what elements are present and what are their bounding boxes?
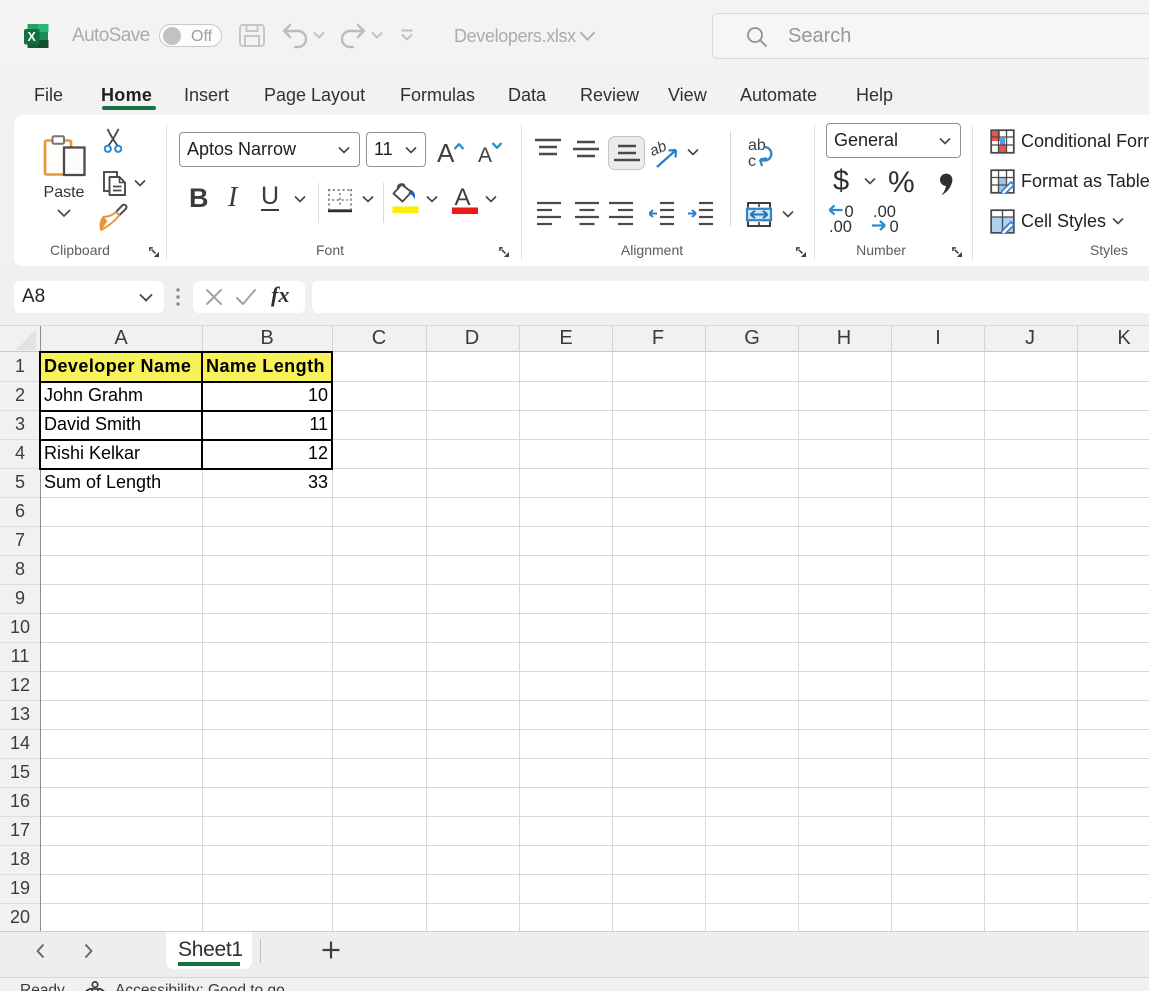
svg-text:A: A: [437, 138, 455, 168]
svg-text:A: A: [478, 144, 492, 167]
svg-text:ab: ab: [651, 140, 669, 160]
svg-text:ab: ab: [748, 137, 766, 154]
svg-text:A: A: [454, 184, 470, 211]
svg-text:0: 0: [890, 218, 899, 233]
svg-text:c: c: [748, 153, 756, 169]
svg-text:X: X: [28, 30, 37, 44]
svg-text:.00: .00: [829, 218, 852, 233]
